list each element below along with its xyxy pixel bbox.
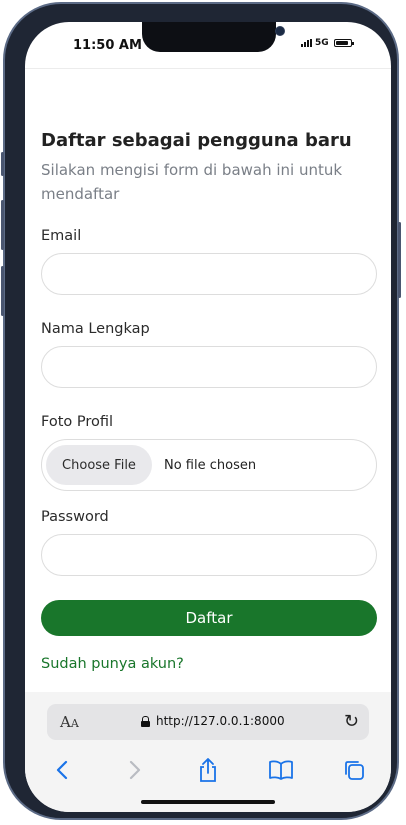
page-subtitle: Silakan mengisi form di bawah ini untuk … xyxy=(41,161,343,203)
password-input[interactable] xyxy=(41,534,377,576)
forward-icon[interactable] xyxy=(119,754,151,786)
home-indicator xyxy=(141,800,275,804)
reload-icon[interactable]: ↻ xyxy=(344,711,359,732)
mute-switch xyxy=(1,152,4,176)
status-indicators: 5G xyxy=(301,38,354,48)
lock-icon xyxy=(141,715,150,727)
text-size-large: A xyxy=(60,713,71,731)
photo-label: Foto Profil xyxy=(41,414,114,430)
notch xyxy=(142,22,285,52)
page-title: Daftar sebagai pengguna baru xyxy=(41,130,352,151)
browser-toolbar: AA http://127.0.0.1:8000 ↻ xyxy=(25,692,391,812)
browser-nav xyxy=(25,752,391,788)
register-form: Daftar sebagai pengguna baru Silakan men… xyxy=(41,130,377,672)
volume-up-button xyxy=(1,200,4,250)
text-size-icon[interactable]: AA xyxy=(60,713,79,731)
file-status: No file chosen xyxy=(164,457,257,473)
battery-icon xyxy=(333,39,354,47)
address-bar[interactable]: AA http://127.0.0.1:8000 ↻ xyxy=(47,704,369,740)
network-label: 5G xyxy=(315,38,329,48)
password-label: Password xyxy=(41,509,109,525)
full-name-input[interactable] xyxy=(41,346,377,388)
status-time: 11:50 AM xyxy=(73,38,142,53)
signal-icon xyxy=(301,39,312,47)
volume-down-button xyxy=(1,266,4,316)
bookmarks-icon[interactable] xyxy=(265,754,297,786)
login-link[interactable]: Sudah punya akun? xyxy=(41,656,377,672)
back-icon[interactable] xyxy=(46,754,78,786)
camera-icon xyxy=(275,26,285,36)
email-input[interactable] xyxy=(41,253,377,295)
url-display: http://127.0.0.1:8000 xyxy=(141,714,285,728)
power-button xyxy=(398,222,401,298)
register-button[interactable]: Daftar xyxy=(41,600,377,636)
screen: 11:50 AM 5G Daftar sebagai pengguna baru… xyxy=(25,22,391,812)
email-label: Email xyxy=(41,228,82,244)
choose-file-button[interactable]: Choose File xyxy=(46,445,152,485)
share-icon[interactable] xyxy=(192,754,224,786)
text-size-small: A xyxy=(70,717,79,730)
name-label: Nama Lengkap xyxy=(41,321,150,337)
url-text: http://127.0.0.1:8000 xyxy=(156,714,285,728)
phone-frame: 11:50 AM 5G Daftar sebagai pengguna baru… xyxy=(1,2,401,820)
profile-photo-input[interactable]: Choose File No file chosen xyxy=(41,439,377,491)
tabs-icon[interactable] xyxy=(338,754,370,786)
page-top-divider xyxy=(25,68,391,69)
